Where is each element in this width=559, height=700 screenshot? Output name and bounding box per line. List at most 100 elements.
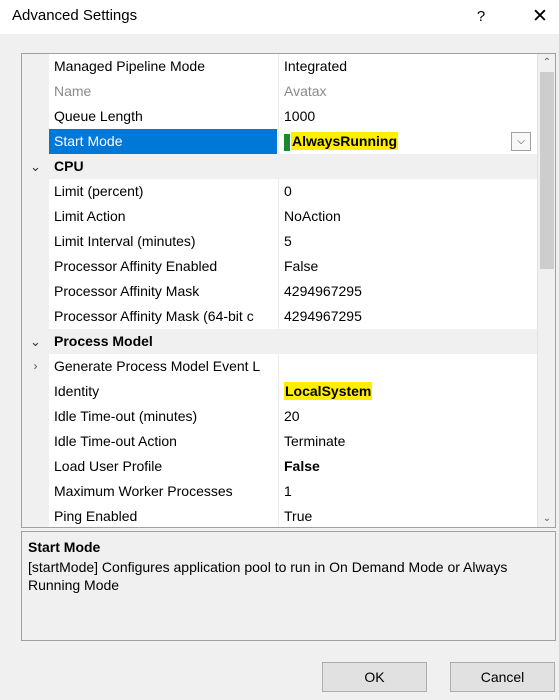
- property-value[interactable]: False: [278, 454, 537, 479]
- description-title: Start Mode: [28, 539, 101, 555]
- property-value[interactable]: 1000: [278, 104, 537, 129]
- property-value[interactable]: NoAction: [278, 204, 537, 229]
- property-value[interactable]: 1: [278, 479, 537, 504]
- property-name: Ping Enabled: [54, 508, 138, 524]
- row-gutter: [22, 504, 49, 527]
- property-row[interactable]: Limit Interval (minutes) 5: [22, 229, 537, 254]
- property-name: Maximum Worker Processes: [54, 483, 233, 499]
- property-value[interactable]: LocalSystem: [278, 379, 537, 404]
- category-row[interactable]: ⌄ CPU: [22, 154, 537, 179]
- row-gutter: [22, 454, 49, 479]
- property-row[interactable]: Limit Action NoAction: [22, 204, 537, 229]
- property-value[interactable]: [278, 354, 537, 379]
- property-value[interactable]: False: [278, 254, 537, 279]
- property-value[interactable]: AlwaysRunning: [278, 129, 537, 154]
- property-row[interactable]: Ping Enabled True: [22, 504, 537, 527]
- cancel-button[interactable]: Cancel: [450, 662, 555, 692]
- property-row[interactable]: Identity LocalSystem: [22, 379, 537, 404]
- property-name: Processor Affinity Mask (64-bit c: [54, 308, 254, 324]
- property-name: Generate Process Model Event L: [54, 358, 261, 374]
- scroll-down-icon[interactable]: ⌄: [538, 510, 555, 527]
- property-name: Start Mode: [49, 129, 277, 154]
- vertical-scrollbar[interactable]: ⌃ ⌄: [537, 54, 555, 527]
- dropdown-chevron-icon[interactable]: ⌵: [511, 132, 531, 151]
- row-gutter: [22, 304, 49, 329]
- property-grid[interactable]: Managed Pipeline Mode Integrated Name Avata…: [21, 53, 556, 528]
- property-value[interactable]: Integrated: [278, 54, 537, 79]
- scroll-thumb[interactable]: [540, 72, 554, 269]
- expand-chevron-icon[interactable]: ›: [22, 354, 49, 379]
- value-text: NoAction: [284, 208, 341, 224]
- property-row[interactable]: Processor Affinity Enabled False: [22, 254, 537, 279]
- property-value[interactable]: 4294967295: [278, 279, 537, 304]
- property-row[interactable]: › Generate Process Model Event L: [22, 354, 537, 379]
- collapse-chevron-icon[interactable]: ⌄: [22, 154, 49, 179]
- property-row[interactable]: Idle Time-out (minutes) 20: [22, 404, 537, 429]
- row-gutter: [22, 279, 49, 304]
- property-row[interactable]: Processor Affinity Mask 4294967295: [22, 279, 537, 304]
- value-text: Integrated: [284, 58, 348, 74]
- help-button[interactable]: ?: [468, 4, 494, 30]
- property-row[interactable]: Maximum Worker Processes 1: [22, 479, 537, 504]
- value-text: 1000: [284, 108, 316, 124]
- property-row[interactable]: Start Mode AlwaysRunning ⌵: [22, 129, 537, 154]
- property-name: Processor Affinity Enabled: [54, 258, 218, 274]
- property-row[interactable]: Limit (percent) 0: [22, 179, 537, 204]
- value-text: 4294967295: [284, 308, 362, 324]
- value-text: 20: [284, 408, 300, 424]
- row-gutter: [22, 254, 49, 279]
- property-value[interactable]: 4294967295: [278, 304, 537, 329]
- property-row[interactable]: Idle Time-out Action Terminate: [22, 429, 537, 454]
- property-name: Load User Profile: [54, 458, 163, 474]
- window-title: Advanced Settings: [12, 7, 138, 24]
- value-text: Terminate: [284, 433, 346, 449]
- value-text: 4294967295: [284, 283, 362, 299]
- title-bar: Advanced Settings ? ✕: [0, 0, 559, 34]
- value-text: False: [284, 458, 320, 474]
- property-value[interactable]: True: [278, 504, 537, 527]
- property-name: Limit Action: [54, 208, 126, 224]
- property-value[interactable]: Avatax: [278, 79, 537, 104]
- property-row[interactable]: Managed Pipeline Mode Integrated: [22, 54, 537, 79]
- property-name: Idle Time-out (minutes): [54, 408, 198, 424]
- value-text: True: [284, 508, 313, 524]
- property-row[interactable]: Name Avatax: [22, 79, 537, 104]
- description-text: [startMode] Configures application pool …: [28, 559, 508, 593]
- value-text: 5: [284, 233, 292, 249]
- row-gutter: [22, 479, 49, 504]
- row-gutter: [22, 404, 49, 429]
- property-name: Processor Affinity Mask: [54, 283, 200, 299]
- value-text: False: [284, 258, 319, 274]
- category-row[interactable]: ⌄ Process Model: [22, 329, 537, 354]
- property-value[interactable]: 20: [278, 404, 537, 429]
- row-gutter: [22, 179, 49, 204]
- property-name: Identity: [54, 383, 100, 399]
- property-name: Limit (percent): [54, 183, 144, 199]
- highlighted-value-text: AlwaysRunning: [291, 132, 399, 150]
- close-button[interactable]: ✕: [527, 4, 553, 30]
- collapse-chevron-icon[interactable]: ⌄: [22, 329, 49, 354]
- highlighted-value-text: LocalSystem: [284, 382, 373, 400]
- property-row[interactable]: Queue Length 1000: [22, 104, 537, 129]
- property-row[interactable]: Load User Profile False: [22, 454, 537, 479]
- property-name: Idle Time-out Action: [54, 433, 177, 449]
- property-name: Name: [54, 83, 92, 99]
- property-value[interactable]: Terminate: [278, 429, 537, 454]
- property-value[interactable]: 0: [278, 179, 537, 204]
- ok-button[interactable]: OK: [322, 662, 427, 692]
- property-row[interactable]: Processor Affinity Mask (64-bit c 4294967…: [22, 304, 537, 329]
- property-value[interactable]: 5: [278, 229, 537, 254]
- scroll-up-icon[interactable]: ⌃: [538, 54, 555, 71]
- row-gutter: [22, 429, 49, 454]
- row-gutter: [22, 229, 49, 254]
- value-text: Avatax: [284, 83, 327, 99]
- value-text: 0: [284, 183, 292, 199]
- row-gutter: [22, 379, 49, 404]
- category-label: CPU: [49, 154, 537, 179]
- row-gutter: [22, 79, 49, 104]
- row-gutter: [22, 104, 49, 129]
- value-text: 1: [284, 483, 292, 499]
- category-label: Process Model: [49, 329, 537, 354]
- property-name: Managed Pipeline Mode: [54, 58, 205, 74]
- property-name: Queue Length: [54, 108, 143, 124]
